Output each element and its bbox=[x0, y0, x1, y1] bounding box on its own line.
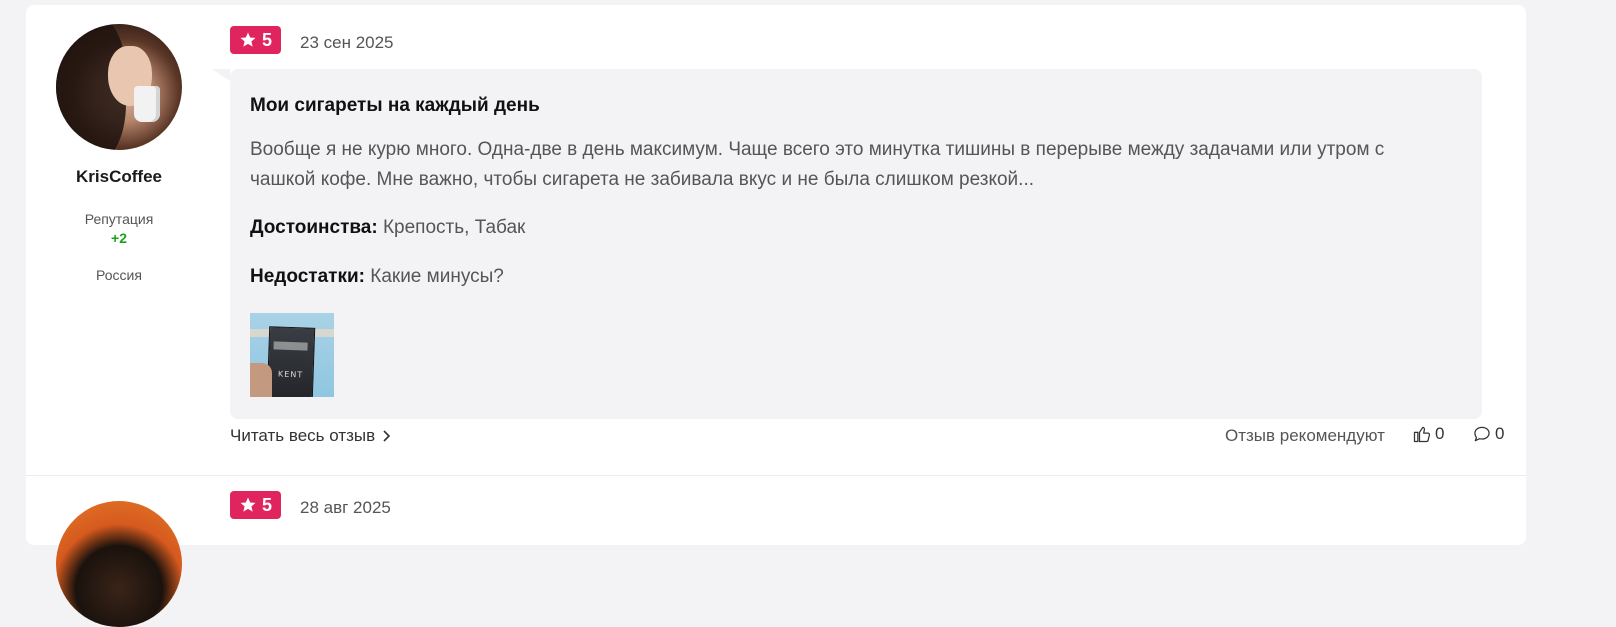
review-cons: Недостатки: Какие минусы? bbox=[250, 266, 504, 288]
review-date: 23 сен 2025 bbox=[300, 33, 394, 52]
author-avatar[interactable] bbox=[56, 24, 182, 150]
chevron-right-icon bbox=[383, 430, 391, 442]
review-pros: Достоинства: Крепость, Табак bbox=[250, 217, 525, 239]
cons-label: Недостатки: bbox=[250, 266, 365, 287]
comments-button[interactable]: 0 bbox=[1472, 424, 1504, 444]
reputation-label: Репутация bbox=[84, 211, 154, 227]
author-name[interactable]: KrisCoffee bbox=[26, 167, 212, 187]
thumbs-up-icon bbox=[1413, 426, 1431, 443]
review-date: 28 авг 2025 bbox=[300, 498, 391, 517]
review-bubble: Мои сигареты на каждый день Вообще я не … bbox=[230, 69, 1482, 419]
rating-badge: 5 bbox=[230, 26, 281, 54]
reputation-value: +2 bbox=[111, 230, 127, 246]
read-more-label: Читать весь отзыв bbox=[230, 426, 376, 445]
cons-value: Какие минусы? bbox=[370, 266, 504, 287]
rating-value: 5 bbox=[261, 494, 272, 515]
pros-label: Достоинства: bbox=[250, 217, 378, 238]
recommend-label: Отзыв рекомендуют bbox=[1225, 426, 1385, 445]
likes-count: 0 bbox=[1435, 424, 1445, 443]
read-full-review-link[interactable]: Читать весь отзыв bbox=[230, 426, 391, 446]
star-icon bbox=[240, 497, 256, 512]
author-country: Россия bbox=[96, 267, 142, 283]
review-title[interactable]: Мои сигареты на каждый день bbox=[250, 95, 540, 117]
review-photo-thumbnail[interactable]: KENT bbox=[250, 313, 334, 397]
rating-badge: 5 bbox=[230, 491, 281, 519]
review-item: 5 28 авг 2025 bbox=[26, 475, 1526, 627]
reviews-card: KrisCoffee Репутация +2 Россия 5 23 сен … bbox=[26, 5, 1526, 627]
rating-value: 5 bbox=[261, 29, 272, 50]
like-button[interactable]: 0 bbox=[1412, 424, 1444, 444]
star-icon bbox=[240, 32, 256, 47]
author-avatar[interactable] bbox=[56, 501, 182, 627]
comment-icon bbox=[1474, 426, 1490, 442]
comments-count: 0 bbox=[1495, 424, 1505, 443]
photo-brand-text: KENT bbox=[277, 369, 304, 380]
review-item: KrisCoffee Репутация +2 Россия 5 23 сен … bbox=[26, 5, 1526, 475]
bubble-tail bbox=[212, 69, 230, 81]
pros-value: Крепость, Табак bbox=[382, 217, 526, 238]
review-text: Вообще я не курю много. Одна-две в день … bbox=[250, 139, 1385, 190]
